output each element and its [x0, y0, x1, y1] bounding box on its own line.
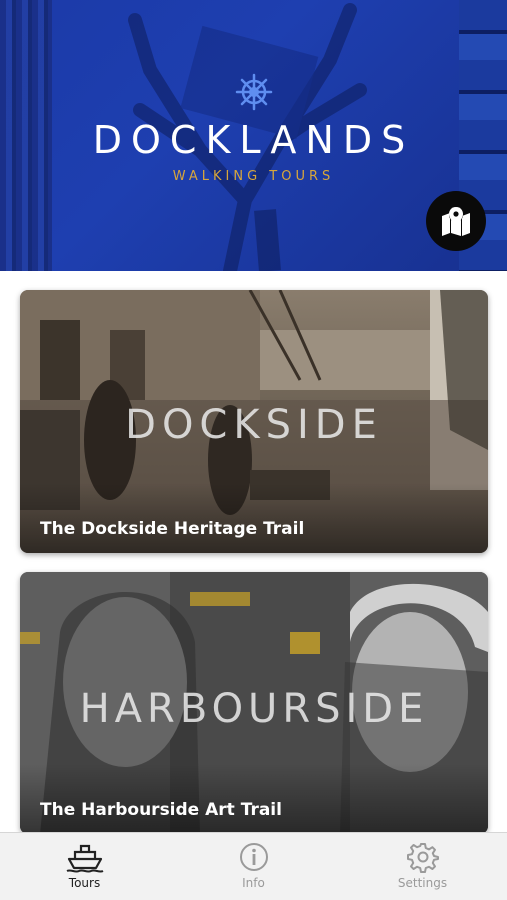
- ship-icon: [66, 844, 103, 873]
- map-button[interactable]: [426, 191, 486, 251]
- tab-settings[interactable]: Settings: [338, 833, 507, 900]
- tour-overlay-title: DOCKSIDE: [125, 402, 383, 448]
- header-hero: DOCKLANDS WALKING TOURS: [0, 0, 507, 271]
- tab-tours[interactable]: Tours: [0, 833, 169, 900]
- tab-settings-label: Settings: [397, 876, 448, 890]
- tour-card-harbourside[interactable]: HARBOURSIDE The Harbourside Art Trail: [20, 572, 488, 834]
- tour-card-dockside[interactable]: DOCKSIDE The Dockside Heritage Trail: [20, 290, 488, 553]
- tour-name: The Dockside Heritage Trail: [40, 519, 305, 539]
- map-pin-icon: [442, 207, 470, 236]
- app-subtitle: WALKING TOURS: [172, 169, 335, 184]
- tab-info-label: Info: [242, 876, 265, 890]
- gear-icon: [406, 843, 439, 873]
- tab-info[interactable]: Info: [169, 833, 338, 900]
- tour-name: The Harbourside Art Trail: [40, 800, 282, 820]
- tab-tours-label: Tours: [68, 876, 101, 890]
- card-caption-shade: [20, 764, 488, 834]
- app-title: DOCKLANDS: [92, 118, 415, 162]
- tour-overlay-title: HARBOURSIDE: [79, 686, 429, 732]
- bottom-tab-bar: Tours Info Settings: [0, 832, 507, 900]
- info-icon: [239, 843, 268, 871]
- ship-wheel-icon: [235, 73, 273, 111]
- card-caption-shade: [20, 483, 488, 553]
